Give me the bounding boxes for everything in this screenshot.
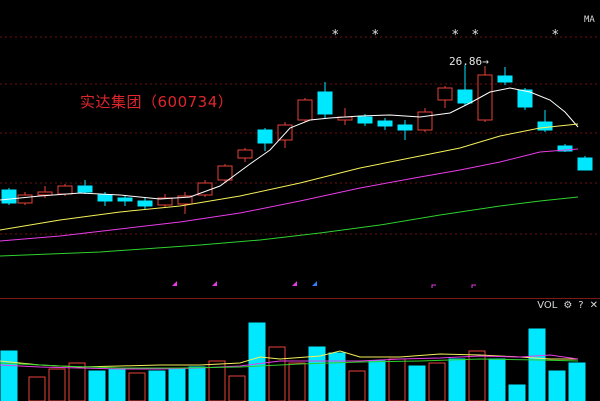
ma-line (0, 196, 579, 257)
volume-bar (468, 350, 486, 401)
volume-bar (568, 362, 586, 401)
volume-bars (0, 322, 586, 401)
volume-bar (48, 368, 66, 401)
candle (577, 157, 593, 171)
candle (497, 75, 513, 83)
volume-bar (368, 360, 386, 401)
volume-bar (128, 372, 146, 401)
volume-bar (108, 368, 126, 401)
stock-title: 实达集团（600734） (80, 93, 234, 111)
volume-chart[interactable] (0, 299, 600, 401)
candle (97, 194, 113, 202)
volume-bar (0, 350, 18, 401)
candle (297, 99, 313, 121)
signal-marker (471, 284, 476, 288)
candlesticks (1, 65, 593, 214)
candle (217, 165, 233, 181)
candle (397, 124, 413, 131)
volume-chart-panel[interactable]: VOL ⚙ ? ✕ (0, 298, 600, 401)
candle (257, 129, 273, 144)
candle (357, 116, 373, 124)
high-price-marker: 26.86→ (449, 55, 489, 68)
candle (377, 120, 393, 127)
candle (117, 197, 133, 202)
volume-bar (408, 365, 426, 401)
volume-bar (448, 358, 466, 401)
star-marker: * (452, 28, 459, 43)
candle (1, 189, 17, 204)
volume-bar (28, 376, 46, 401)
volume-bar (548, 370, 566, 401)
volume-bar (508, 384, 526, 401)
volume-bar (168, 368, 186, 401)
signal-marker (212, 281, 217, 286)
volume-bar (348, 370, 366, 401)
volume-bar (68, 362, 86, 401)
candle (237, 149, 253, 159)
volume-bar (528, 328, 546, 401)
star-marker: * (372, 28, 379, 43)
candle (77, 185, 93, 193)
star-marker: * (552, 28, 559, 43)
volume-toolbar: VOL ⚙ ? ✕ (537, 300, 598, 311)
signal-marker (431, 284, 436, 288)
candle (517, 89, 533, 108)
volume-bar (288, 362, 306, 401)
volume-bar (388, 358, 406, 401)
moving-average-lines (0, 87, 579, 257)
volume-bar (428, 362, 446, 401)
signal-marker (312, 281, 317, 286)
candle (17, 194, 33, 204)
candle (137, 200, 153, 207)
candle (417, 111, 433, 131)
volume-bar (88, 370, 106, 401)
gear-icon[interactable]: ⚙ (563, 300, 572, 311)
volume-label: VOL (537, 300, 558, 311)
volume-bar (148, 370, 166, 401)
candle (437, 87, 453, 101)
signal-marker (292, 281, 297, 286)
price-chart-panel[interactable]: 实达集团（600734） MA 26.86→ * * * * * (0, 0, 600, 298)
candle (37, 191, 53, 196)
volume-bar (488, 358, 506, 401)
volume-bar (328, 352, 346, 401)
candle (457, 89, 473, 104)
candle (57, 185, 73, 195)
signal-markers (172, 281, 476, 288)
ma-line (0, 148, 579, 242)
ma-indicator-label[interactable]: MA (584, 15, 595, 25)
star-marker: * (472, 28, 479, 43)
signal-marker (172, 281, 177, 286)
star-marker: * (332, 28, 339, 43)
help-icon[interactable]: ? (578, 300, 583, 311)
candle (317, 91, 333, 115)
volume-bar (228, 375, 246, 401)
candlestick-chart[interactable] (0, 0, 600, 298)
candle (537, 121, 553, 131)
close-icon[interactable]: ✕ (590, 300, 598, 311)
volume-bar (188, 366, 206, 401)
volume-bar (268, 346, 286, 401)
volume-bar (248, 322, 266, 401)
